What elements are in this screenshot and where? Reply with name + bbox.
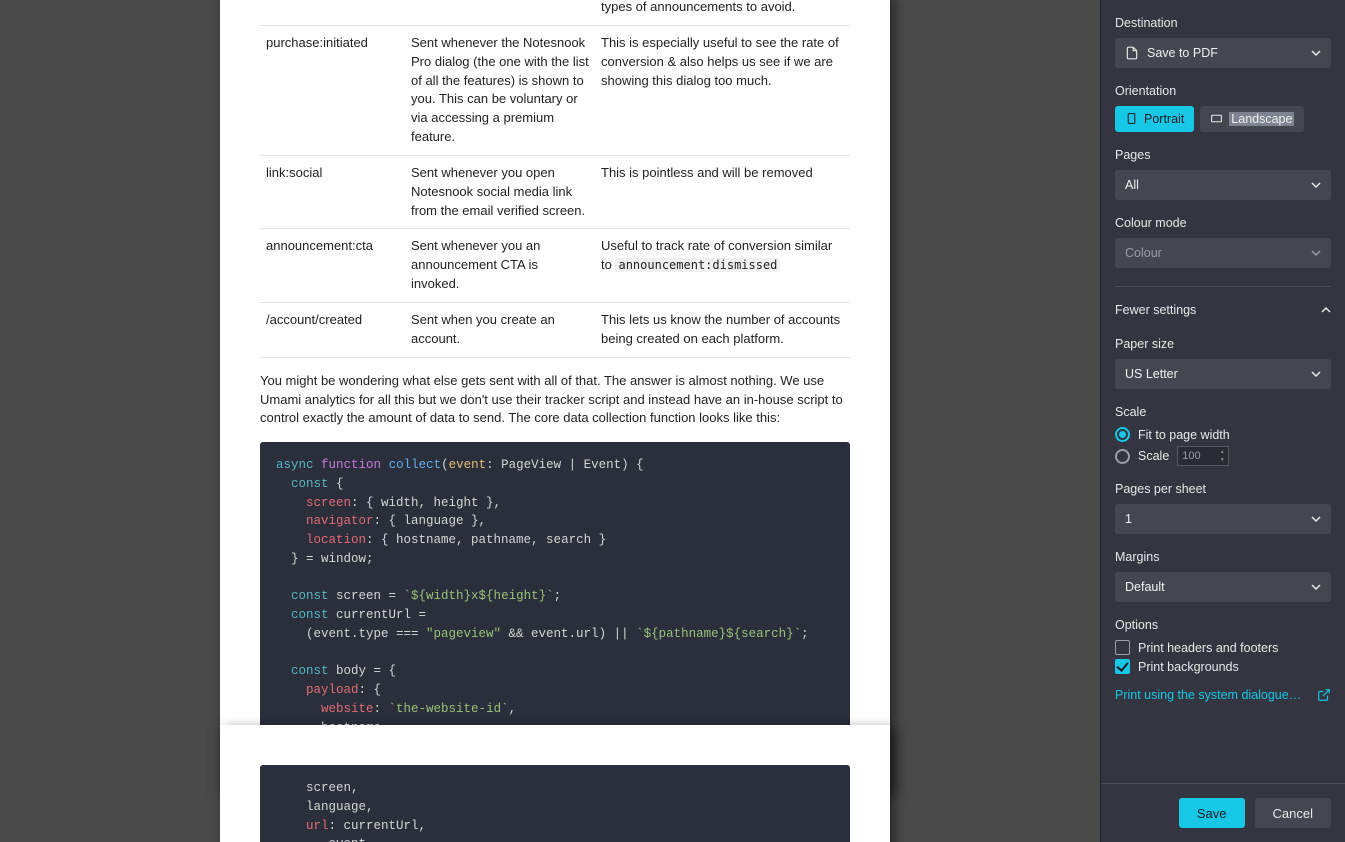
chevron-down-icon: [1311, 180, 1321, 190]
cell: This is especially useful to see the rat…: [595, 25, 850, 155]
cell: [405, 0, 595, 25]
system-dialogue-link[interactable]: Print using the system dialogue…: [1115, 688, 1331, 702]
portrait-text: Portrait: [1144, 112, 1184, 126]
pages-dropdown[interactable]: All: [1115, 170, 1331, 200]
pdf-icon: [1125, 46, 1139, 60]
sidebar-footer: Save Cancel: [1101, 783, 1345, 842]
orientation-label: Orientation: [1115, 84, 1331, 98]
landscape-icon: [1210, 112, 1224, 126]
paper-size-dropdown[interactable]: US Letter: [1115, 359, 1331, 389]
save-button[interactable]: Save: [1179, 798, 1245, 828]
table-row: /account/created Sent when you create an…: [260, 302, 850, 357]
colour-mode-value: Colour: [1125, 246, 1162, 260]
colour-mode-dropdown: Colour: [1115, 238, 1331, 268]
code-block: async function collect(event: PageView |…: [260, 442, 850, 751]
system-dialogue-text: Print using the system dialogue…: [1115, 688, 1301, 702]
print-headers-label: Print headers and footers: [1138, 641, 1278, 655]
pages-per-sheet-value: 1: [1125, 512, 1132, 526]
table-row: announcement:cta Sent whenever you an an…: [260, 229, 850, 303]
code-block-2: screen, language, url: currentUrl, ...ev…: [260, 765, 850, 842]
cell: Sent whenever the Notesnook Pro dialog (…: [405, 25, 595, 155]
colour-mode-section: Colour mode Colour: [1115, 216, 1331, 268]
options-label: Options: [1115, 618, 1331, 632]
cell: [260, 0, 405, 25]
chevron-down-icon: [1311, 369, 1321, 379]
preview-page-2: screen, language, url: currentUrl, ...ev…: [220, 725, 890, 842]
colour-mode-label: Colour mode: [1115, 216, 1331, 230]
destination-dropdown[interactable]: Save to PDF: [1115, 38, 1331, 68]
cell: announcement:cta: [260, 229, 405, 303]
destination-value: Save to PDF: [1147, 46, 1218, 60]
events-table: types of announcements to avoid. purchas…: [260, 0, 850, 358]
print-preview-area: types of announcements to avoid. purchas…: [0, 0, 1100, 842]
external-link-icon: [1317, 688, 1331, 702]
margins-label: Margins: [1115, 550, 1331, 564]
cell: Sent whenever you an announcement CTA is…: [405, 229, 595, 303]
cell: Sent when you create an account.: [405, 302, 595, 357]
landscape-text: Landscape: [1229, 112, 1294, 126]
print-backgrounds-label: Print backgrounds: [1138, 660, 1239, 674]
pages-section: Pages All: [1115, 148, 1331, 200]
chevron-down-icon: [1311, 582, 1321, 592]
portrait-icon: [1125, 112, 1139, 126]
cancel-button[interactable]: Cancel: [1255, 798, 1331, 828]
margins-value: Default: [1125, 580, 1165, 594]
cell: This is pointless and will be removed: [595, 155, 850, 229]
table-row: types of announcements to avoid.: [260, 0, 850, 25]
fewer-settings-toggle[interactable]: Fewer settings: [1115, 287, 1331, 321]
scale-custom-radio[interactable]: Scale 100 ▲▼: [1115, 446, 1331, 466]
destination-label: Destination: [1115, 16, 1331, 30]
table-row: link:social Sent whenever you open Notes…: [260, 155, 850, 229]
preview-page-1: types of announcements to avoid. purchas…: [220, 0, 890, 791]
cell: Useful to track rate of conversion simil…: [595, 229, 850, 303]
scale-fit-label: Fit to page width: [1138, 428, 1230, 442]
chevron-down-icon: [1311, 514, 1321, 524]
options-section: Options Print headers and footers Print …: [1115, 618, 1331, 674]
table-row: purchase:initiated Sent whenever the Not…: [260, 25, 850, 155]
checkbox-off-icon: [1115, 640, 1130, 655]
radio-off-icon: [1115, 449, 1130, 464]
chevron-up-icon: [1321, 305, 1331, 315]
cell: /account/created: [260, 302, 405, 357]
cell: link:social: [260, 155, 405, 229]
print-backgrounds-checkbox[interactable]: Print backgrounds: [1115, 659, 1331, 674]
paper-size-label: Paper size: [1115, 337, 1331, 351]
print-settings-sidebar: Destination Save to PDF Orientation: [1100, 0, 1345, 842]
paper-size-section: Paper size US Letter: [1115, 337, 1331, 389]
destination-section: Destination Save to PDF: [1115, 16, 1331, 68]
paper-size-value: US Letter: [1125, 367, 1178, 381]
scale-input-value: 100: [1182, 450, 1200, 462]
cell: This lets us know the number of accounts…: [595, 302, 850, 357]
margins-dropdown[interactable]: Default: [1115, 572, 1331, 602]
body-paragraph: You might be wondering what else gets se…: [260, 372, 850, 429]
orientation-section: Orientation Portrait Landscape: [1115, 84, 1331, 132]
pages-per-sheet-label: Pages per sheet: [1115, 482, 1331, 496]
scale-custom-label: Scale: [1138, 449, 1169, 463]
cell: Sent whenever you open Notesnook social …: [405, 155, 595, 229]
inline-code: announcement:dismissed: [615, 258, 780, 272]
chevron-down-icon: [1311, 248, 1321, 258]
pages-per-sheet-dropdown[interactable]: 1: [1115, 504, 1331, 534]
pages-value: All: [1125, 178, 1139, 192]
cell: types of announcements to avoid.: [595, 0, 850, 25]
pages-label: Pages: [1115, 148, 1331, 162]
radio-on-icon: [1115, 427, 1130, 442]
scale-label: Scale: [1115, 405, 1331, 419]
orientation-landscape-button[interactable]: Landscape: [1200, 106, 1304, 132]
spin-buttons[interactable]: ▲▼: [1217, 448, 1227, 464]
margins-section: Margins Default: [1115, 550, 1331, 602]
fewer-settings-label: Fewer settings: [1115, 303, 1196, 317]
print-headers-checkbox[interactable]: Print headers and footers: [1115, 640, 1331, 655]
scale-section: Scale Fit to page width Scale 100 ▲▼: [1115, 405, 1331, 466]
checkbox-on-icon: [1115, 659, 1130, 674]
scale-input[interactable]: 100 ▲▼: [1177, 446, 1229, 466]
cell: purchase:initiated: [260, 25, 405, 155]
pages-per-sheet-section: Pages per sheet 1: [1115, 482, 1331, 534]
chevron-down-icon: [1311, 48, 1321, 58]
orientation-portrait-button[interactable]: Portrait: [1115, 106, 1194, 132]
scale-fit-radio[interactable]: Fit to page width: [1115, 427, 1331, 442]
